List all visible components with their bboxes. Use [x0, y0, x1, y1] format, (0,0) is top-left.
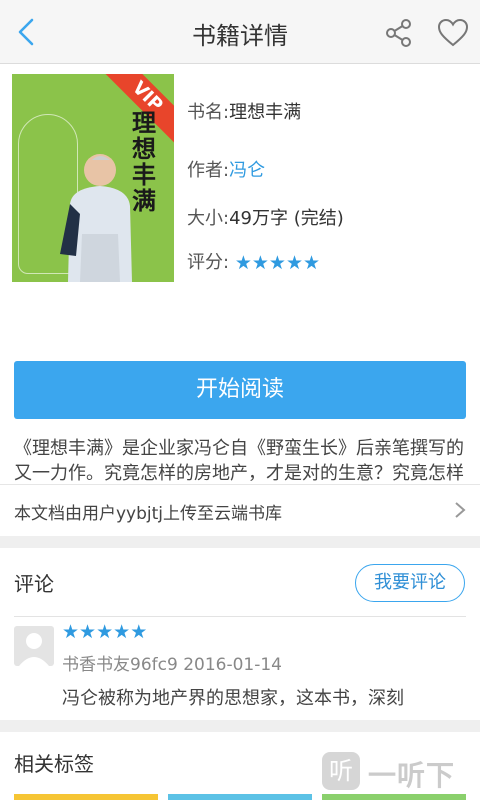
avatar[interactable] [14, 626, 54, 666]
tag-chip[interactable] [168, 794, 312, 800]
star-icon: ★ [234, 251, 252, 274]
book-cover: VIP 理想丰满 [12, 74, 174, 282]
comments-heading: 评论 [14, 572, 54, 596]
star-icon: ★ [62, 621, 80, 643]
comment-text: 冯仑被称为地产界的思想家，这本书，深刻 [62, 688, 404, 709]
comment-meta: 书香书友96fc9 2016-01-14 [62, 650, 282, 675]
author-link[interactable]: 冯仑 [229, 160, 265, 181]
author-row: 作者:冯仑 [187, 156, 265, 182]
watermark-text: 一听下载 [368, 759, 456, 800]
watermark: 听 一听下载 [322, 744, 480, 800]
book-name-row: 书名:理想丰满 [187, 98, 301, 124]
star-icon: ★ [96, 621, 114, 643]
author-photo [60, 154, 132, 282]
rating-row: 评分: ★★★★★ [187, 248, 320, 274]
comment-user: 书香书友96fc9 [62, 655, 178, 675]
star-icon: ★ [113, 621, 131, 643]
book-name-label: 书名: [187, 102, 230, 123]
book-name-value: 理想丰满 [229, 102, 302, 123]
tag-chip[interactable] [14, 794, 158, 800]
comment-rating-stars: ★★★★★ [62, 622, 147, 642]
share-icon[interactable] [382, 16, 416, 50]
chevron-right-icon [455, 502, 466, 518]
rating-label: 评分: [187, 252, 230, 273]
watermark-logo-icon: 听 [322, 752, 360, 790]
star-icon: ★ [251, 251, 269, 274]
tags-heading: 相关标签 [14, 752, 94, 776]
rating-stars: ★★★★★ [235, 253, 320, 274]
comments-section: 评论 我要评论 ★★★★★ 书香书友96fc9 2016-01-14 冯仑被称为… [0, 548, 480, 720]
star-icon: ★ [130, 621, 148, 643]
comments-divider [14, 616, 466, 617]
start-reading-button[interactable]: 开始阅读 [14, 361, 466, 419]
book-detail-card: VIP 理想丰满 书名:理想丰满 作者:冯仑 大小:49万字 (完结) 评分: … [0, 64, 480, 536]
star-icon: ★ [79, 621, 97, 643]
size-label: 大小: [187, 208, 230, 229]
author-label: 作者: [187, 160, 230, 181]
top-bar: 书籍详情 [0, 0, 480, 64]
star-icon: ★ [268, 251, 286, 274]
comment-date: 2016-01-14 [183, 655, 282, 675]
heart-icon[interactable] [436, 16, 470, 50]
star-icon: ★ [303, 251, 321, 274]
star-icon: ★ [285, 251, 303, 274]
uploader-row[interactable]: 本文档由用户yybjtj上传至云端书库 [0, 484, 480, 536]
write-comment-button[interactable]: 我要评论 [355, 564, 465, 602]
uploader-text: 本文档由用户yybjtj上传至云端书库 [14, 504, 283, 524]
size-value: 49万字 (完结) [229, 208, 344, 229]
size-row: 大小:49万字 (完结) [187, 204, 344, 230]
